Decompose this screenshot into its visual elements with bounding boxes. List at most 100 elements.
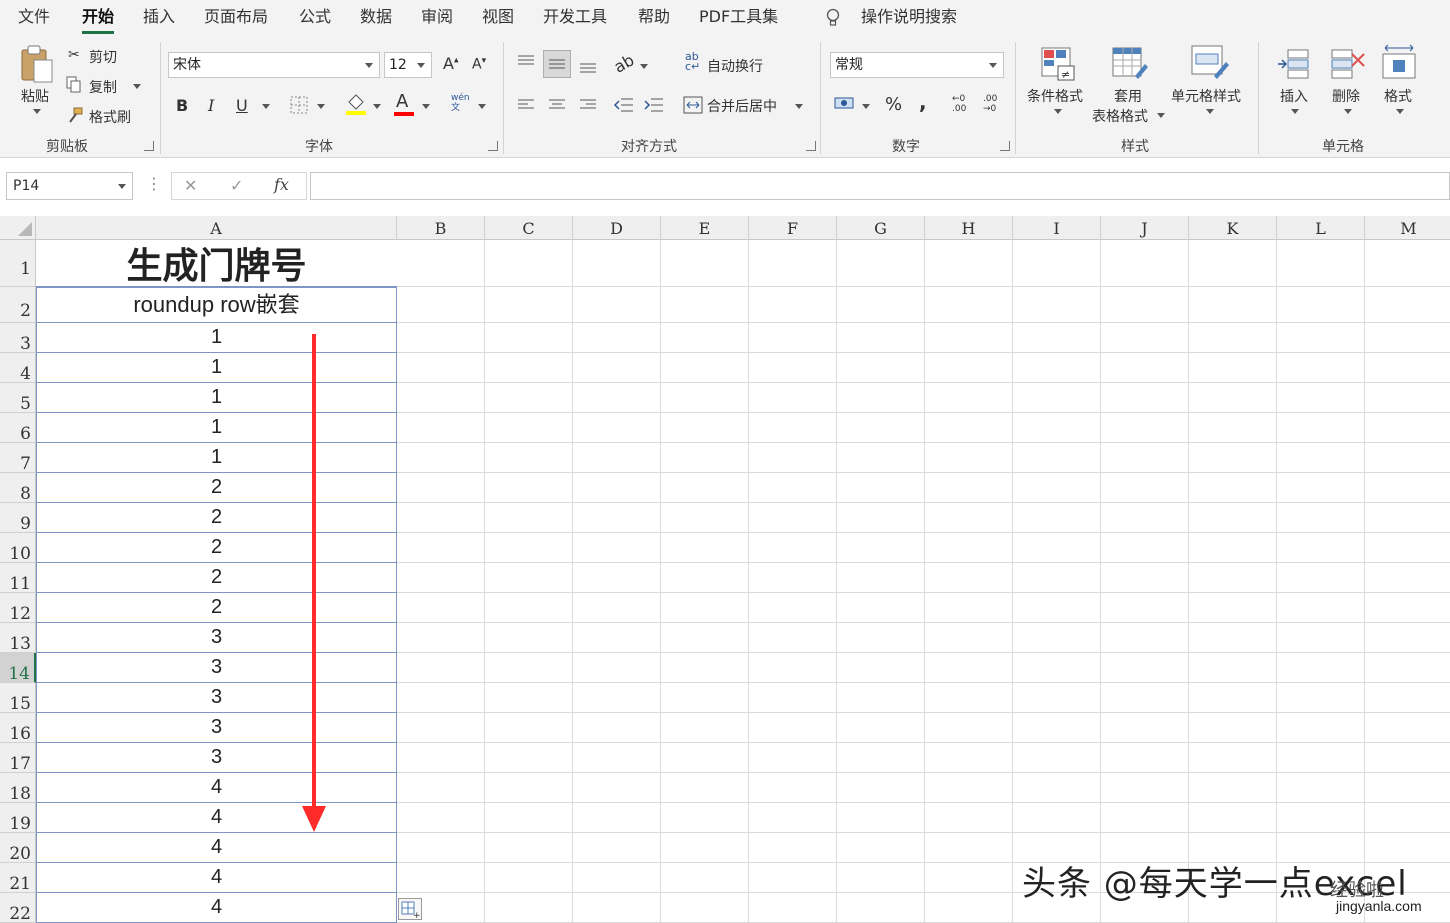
delete-cells-button[interactable]: 删除 xyxy=(1332,86,1360,106)
increase-decimal-button[interactable]: ←0 .00 xyxy=(952,94,966,114)
copy-button[interactable]: 复制 xyxy=(89,77,117,97)
copy-dropdown-icon[interactable] xyxy=(133,84,141,89)
cell-a14[interactable]: 3 xyxy=(36,653,397,683)
orientation-icon[interactable]: ab xyxy=(611,50,638,76)
column-header-a[interactable]: A xyxy=(36,216,397,240)
font-color-dropdown-icon[interactable] xyxy=(422,104,430,109)
clipboard-launcher-icon[interactable] xyxy=(144,141,154,151)
align-right-icon[interactable] xyxy=(578,98,598,112)
cell-a5[interactable]: 1 xyxy=(36,383,397,413)
font-launcher-icon[interactable] xyxy=(488,141,498,151)
conditional-formatting-button[interactable]: 条件格式 xyxy=(1027,86,1083,106)
cell-a15[interactable]: 3 xyxy=(36,683,397,713)
increase-font-icon[interactable]: A▴ xyxy=(443,54,458,73)
row-header-11[interactable]: 11 xyxy=(0,563,36,594)
format-painter-button[interactable]: 格式刷 xyxy=(89,107,131,127)
tab-insert[interactable]: 插入 xyxy=(143,6,175,34)
paste-dropdown-icon[interactable] xyxy=(33,109,41,114)
delete-dropdown-icon[interactable] xyxy=(1344,109,1352,114)
column-header-l[interactable]: L xyxy=(1277,216,1365,240)
underline-button[interactable]: U xyxy=(236,96,248,115)
tab-pdf-tools[interactable]: PDF工具集 xyxy=(699,6,778,34)
phonetic-dropdown-icon[interactable] xyxy=(478,104,486,109)
orientation-dropdown-icon[interactable] xyxy=(640,64,648,69)
cell-a21[interactable]: 4 xyxy=(36,863,397,893)
align-bottom-icon[interactable] xyxy=(578,58,598,74)
merge-center-button[interactable]: 合并后居中 xyxy=(707,96,777,116)
column-header-f[interactable]: F xyxy=(749,216,837,240)
row-header-18[interactable]: 18 xyxy=(0,773,36,804)
alignment-launcher-icon[interactable] xyxy=(806,141,816,151)
cell-a20[interactable]: 4 xyxy=(36,833,397,863)
cell-a3[interactable]: 1 xyxy=(36,323,397,353)
accounting-format-icon[interactable] xyxy=(834,96,856,114)
column-header-h[interactable]: H xyxy=(925,216,1013,240)
decrease-indent-icon[interactable] xyxy=(613,96,635,114)
font-color-button[interactable]: A xyxy=(396,91,408,112)
cell-a2-header[interactable]: roundup row嵌套 xyxy=(36,287,397,323)
bold-button[interactable]: B xyxy=(176,96,188,115)
cell-styles-button[interactable]: 单元格样式 xyxy=(1171,86,1241,106)
row-header-7[interactable]: 7 xyxy=(0,443,36,474)
insert-cells-button[interactable]: 插入 xyxy=(1280,86,1308,106)
row-header-22[interactable]: 22 xyxy=(0,893,36,923)
row-header-1[interactable]: 1 xyxy=(0,240,36,287)
tab-page-layout[interactable]: 页面布局 xyxy=(204,6,268,34)
format-dropdown-icon[interactable] xyxy=(1396,109,1404,114)
column-header-g[interactable]: G xyxy=(837,216,925,240)
cell-a19[interactable]: 4 xyxy=(36,803,397,833)
decrease-decimal-button[interactable]: .00 →0 xyxy=(983,94,997,114)
conditional-dropdown-icon[interactable] xyxy=(1054,109,1062,114)
name-box[interactable]: P14 xyxy=(6,172,133,200)
cell-a6[interactable]: 1 xyxy=(36,413,397,443)
column-header-c[interactable]: C xyxy=(485,216,573,240)
align-center-icon[interactable] xyxy=(547,98,567,112)
borders-icon[interactable] xyxy=(290,96,308,114)
accounting-dropdown-icon[interactable] xyxy=(862,104,870,109)
cell-a4[interactable]: 1 xyxy=(36,353,397,383)
cell-a1-title[interactable]: 生成门牌号 xyxy=(36,240,397,287)
increase-indent-icon[interactable] xyxy=(643,96,665,114)
cell-a8[interactable]: 2 xyxy=(36,473,397,503)
enter-icon[interactable]: ✓ xyxy=(230,176,243,195)
column-header-j[interactable]: J xyxy=(1101,216,1189,240)
tab-data[interactable]: 数据 xyxy=(360,6,392,34)
format-as-table-button[interactable]: 表格格式 xyxy=(1092,106,1148,126)
insert-dropdown-icon[interactable] xyxy=(1291,109,1299,114)
row-header-9[interactable]: 9 xyxy=(0,503,36,534)
tell-me-search[interactable]: 操作说明搜索 xyxy=(861,6,957,34)
decrease-font-icon[interactable]: A▾ xyxy=(472,56,486,73)
cell-a7[interactable]: 1 xyxy=(36,443,397,473)
row-header-3[interactable]: 3 xyxy=(0,323,36,354)
row-header-8[interactable]: 8 xyxy=(0,473,36,504)
number-launcher-icon[interactable] xyxy=(1000,141,1010,151)
insert-function-icon[interactable]: fx xyxy=(274,175,289,194)
row-header-13[interactable]: 13 xyxy=(0,623,36,654)
number-format-select[interactable]: 常规 xyxy=(830,52,1004,78)
column-header-d[interactable]: D xyxy=(573,216,661,240)
align-top-icon[interactable] xyxy=(516,54,536,70)
row-header-14[interactable]: 14 xyxy=(0,653,36,684)
cell-a10[interactable]: 2 xyxy=(36,533,397,563)
row-header-12[interactable]: 12 xyxy=(0,593,36,624)
column-header-e[interactable]: E xyxy=(661,216,749,240)
tab-help[interactable]: 帮助 xyxy=(638,6,670,34)
formula-input[interactable] xyxy=(310,172,1450,200)
borders-dropdown-icon[interactable] xyxy=(317,104,325,109)
cut-button[interactable]: 剪切 xyxy=(89,47,117,67)
wrap-text-button[interactable]: 自动换行 xyxy=(707,56,763,76)
tab-formulas[interactable]: 公式 xyxy=(299,6,331,34)
tab-home[interactable]: 开始 xyxy=(82,6,115,34)
fill-color-dropdown-icon[interactable] xyxy=(373,104,381,109)
cell-a17[interactable]: 3 xyxy=(36,743,397,773)
cell-a13[interactable]: 3 xyxy=(36,623,397,653)
percent-button[interactable]: % xyxy=(885,94,902,115)
paste-icon[interactable] xyxy=(20,44,54,84)
column-header-i[interactable]: I xyxy=(1013,216,1101,240)
column-header-k[interactable]: K xyxy=(1189,216,1277,240)
cell-a22[interactable]: 4 xyxy=(36,893,397,923)
cell-a16[interactable]: 3 xyxy=(36,713,397,743)
row-header-17[interactable]: 17 xyxy=(0,743,36,774)
format-as-table-line1[interactable]: 套用 xyxy=(1114,86,1142,106)
cell-a18[interactable]: 4 xyxy=(36,773,397,803)
